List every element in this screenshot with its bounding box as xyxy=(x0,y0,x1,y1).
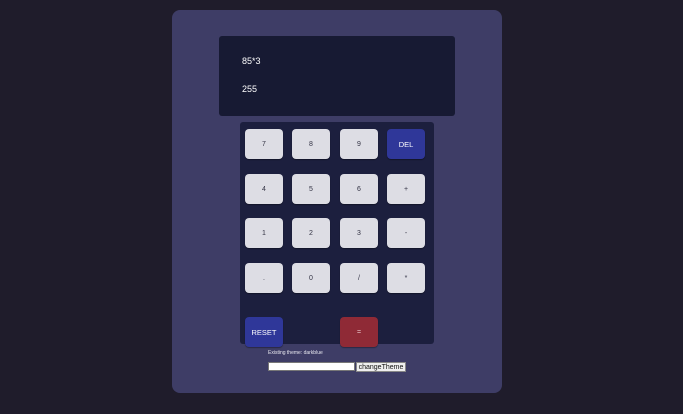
key-9[interactable]: 9 xyxy=(340,129,378,159)
key-plus[interactable]: + xyxy=(387,174,425,204)
key-2[interactable]: 2 xyxy=(292,218,330,248)
calculator-display: 85*3 255 xyxy=(219,36,455,116)
reset-button[interactable]: RESET xyxy=(245,317,283,347)
key-4[interactable]: 4 xyxy=(245,174,283,204)
change-theme-button[interactable]: changeTheme xyxy=(356,362,406,372)
key-divide[interactable]: / xyxy=(340,263,378,293)
key-3[interactable]: 3 xyxy=(340,218,378,248)
theme-input[interactable] xyxy=(268,362,355,371)
key-0[interactable]: 0 xyxy=(292,263,330,293)
existing-theme-label: Existing theme: darkblue xyxy=(268,350,323,356)
key-1[interactable]: 1 xyxy=(245,218,283,248)
key-7[interactable]: 7 xyxy=(245,129,283,159)
result-text: 255 xyxy=(242,84,258,94)
key-8[interactable]: 8 xyxy=(292,129,330,159)
keypad: 7 8 9 DEL 4 5 6 + 1 2 3 - . 0 / * RESET … xyxy=(240,122,434,347)
expression-text: 85*3 xyxy=(242,56,261,66)
equals-button[interactable]: = xyxy=(340,317,378,347)
key-6[interactable]: 6 xyxy=(340,174,378,204)
key-multiply[interactable]: * xyxy=(387,263,425,293)
calculator-card: 85*3 255 7 8 9 DEL 4 5 6 + 1 2 3 - . 0 /… xyxy=(172,10,502,393)
key-5[interactable]: 5 xyxy=(292,174,330,204)
key-decimal[interactable]: . xyxy=(245,263,283,293)
key-minus[interactable]: - xyxy=(387,218,425,248)
delete-button[interactable]: DEL xyxy=(387,129,425,159)
